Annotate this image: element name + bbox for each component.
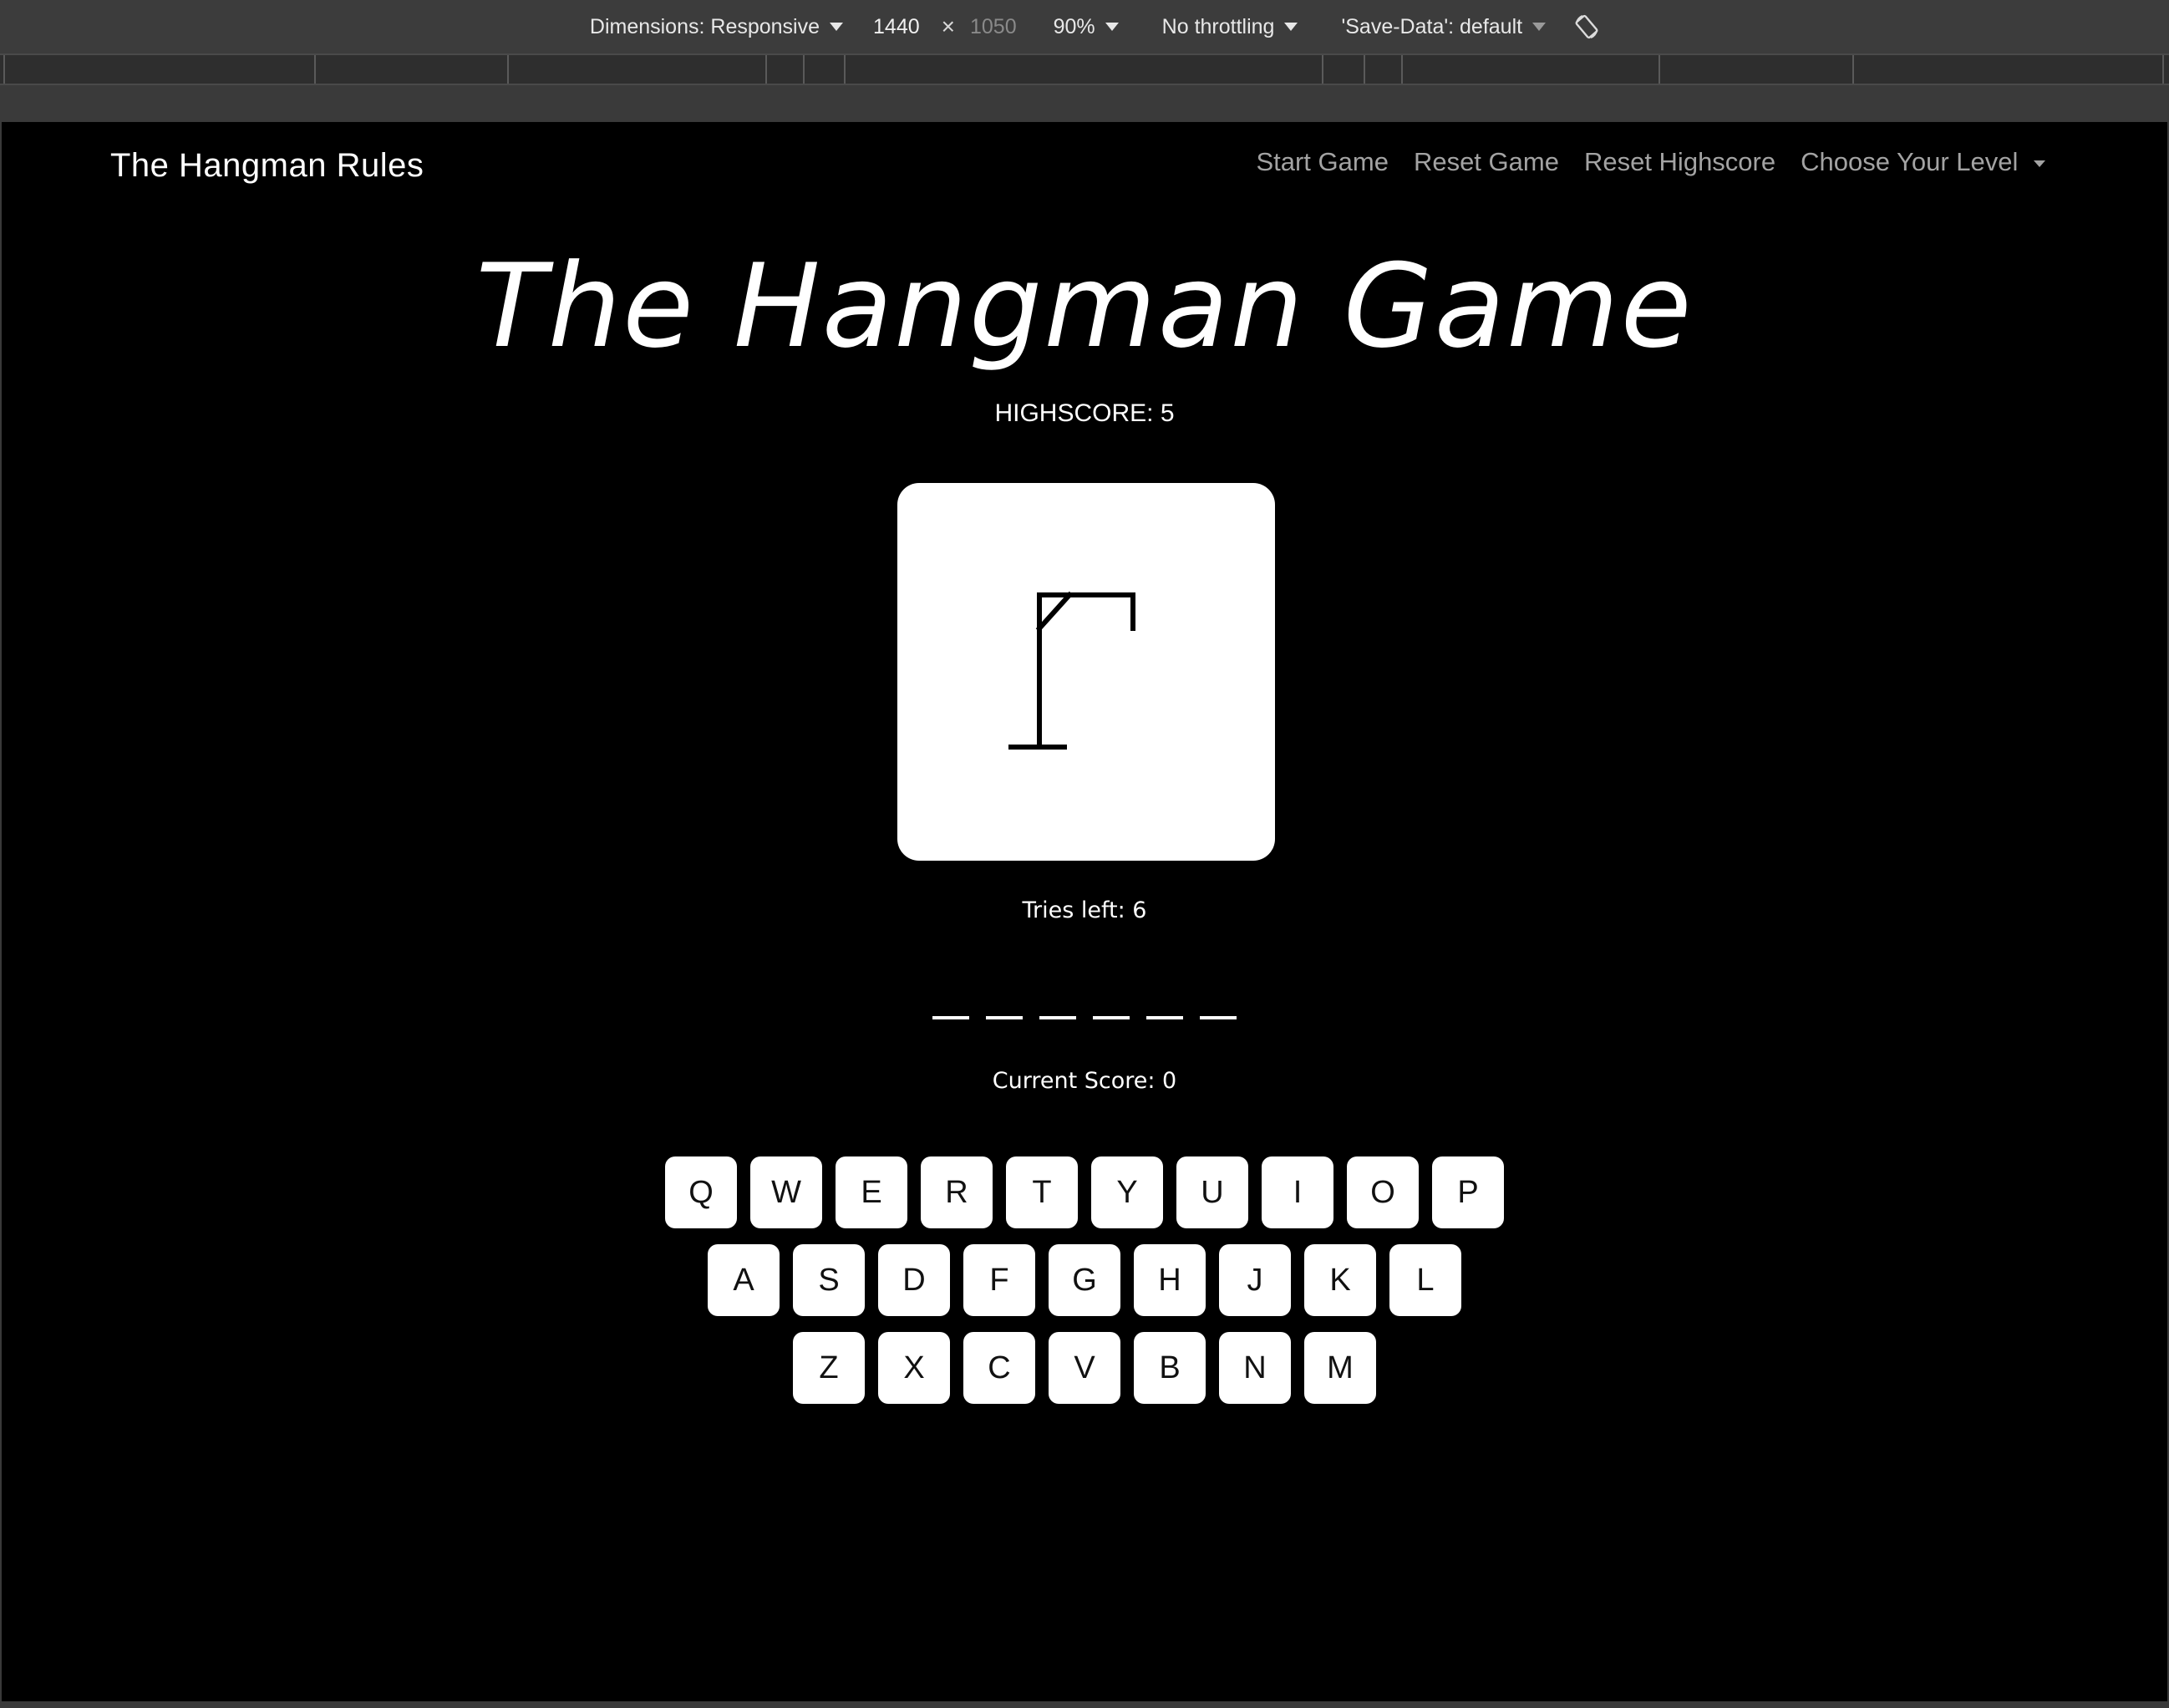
key-j[interactable]: J xyxy=(1219,1244,1291,1316)
keyboard-row-3: Z X C V B N M xyxy=(2,1332,2167,1404)
times-icon: × xyxy=(941,13,955,39)
key-m[interactable]: M xyxy=(1304,1332,1376,1404)
key-t[interactable]: T xyxy=(1006,1156,1078,1228)
devtools-device-toolbar: Dimensions: Responsive 1440 × 1050 90% N… xyxy=(0,0,2169,53)
key-k[interactable]: K xyxy=(1304,1244,1376,1316)
zoom-label: 90% xyxy=(1053,14,1095,38)
key-r[interactable]: R xyxy=(921,1156,993,1228)
letter-slot xyxy=(986,1016,1023,1019)
key-v[interactable]: V xyxy=(1049,1332,1120,1404)
page-viewport: The Hangman Rules Start Game Reset Game … xyxy=(2,122,2167,1701)
dimensions-dropdown[interactable]: Dimensions: Responsive xyxy=(589,14,844,39)
key-l[interactable]: L xyxy=(1389,1244,1461,1316)
key-y[interactable]: Y xyxy=(1091,1156,1163,1228)
letter-slot xyxy=(1146,1016,1183,1019)
toolbar-gutter xyxy=(0,85,2169,122)
start-game-link[interactable]: Start Game xyxy=(1256,147,1389,177)
save-data-label: 'Save-Data': default xyxy=(1341,14,1523,38)
key-n[interactable]: N xyxy=(1219,1332,1291,1404)
page-title: The Hangman Game xyxy=(475,239,1694,374)
key-e[interactable]: E xyxy=(836,1156,907,1228)
word-blanks xyxy=(2,983,2167,1019)
key-g[interactable]: G xyxy=(1049,1244,1120,1316)
key-b[interactable]: B xyxy=(1134,1332,1206,1404)
letter-slot xyxy=(1093,1016,1130,1019)
key-x[interactable]: X xyxy=(878,1332,950,1404)
letter-keyboard: Q W E R T Y U I O P A S D F G H J K L Z … xyxy=(2,1156,2167,1420)
hangman-board xyxy=(897,483,1275,861)
current-score-text: Current Score: 0 xyxy=(992,1068,1177,1094)
key-d[interactable]: D xyxy=(878,1244,950,1316)
key-o[interactable]: O xyxy=(1347,1156,1419,1228)
chevron-down-icon xyxy=(830,23,844,31)
key-f[interactable]: F xyxy=(963,1244,1035,1316)
gallows-icon xyxy=(1008,591,1135,750)
height-input[interactable]: 1050 xyxy=(970,15,1017,39)
tries-left-text: Tries left: 6 xyxy=(1022,897,1147,923)
choose-level-dropdown[interactable]: Choose Your Level xyxy=(1801,147,2045,177)
choose-level-label: Choose Your Level xyxy=(1801,147,2019,176)
key-z[interactable]: Z xyxy=(793,1332,865,1404)
zoom-dropdown[interactable]: 90% xyxy=(1054,15,1119,39)
key-a[interactable]: A xyxy=(708,1244,780,1316)
key-h[interactable]: H xyxy=(1134,1244,1206,1316)
browser-window: Dimensions: Responsive 1440 × 1050 90% N… xyxy=(0,0,2169,1708)
chevron-down-icon xyxy=(1105,23,1119,31)
rotate-icon[interactable] xyxy=(1572,13,1601,41)
letter-slot xyxy=(1039,1016,1076,1019)
chevron-down-icon xyxy=(1284,23,1298,31)
chevron-down-icon xyxy=(1532,23,1547,31)
letter-slot xyxy=(932,1016,969,1019)
throttling-label: No throttling xyxy=(1161,14,1275,38)
navbar-brand[interactable]: The Hangman Rules xyxy=(110,147,424,185)
key-s[interactable]: S xyxy=(793,1244,865,1316)
key-p[interactable]: P xyxy=(1432,1156,1504,1228)
save-data-dropdown[interactable]: 'Save-Data': default xyxy=(1341,14,1547,39)
key-i[interactable]: I xyxy=(1262,1156,1333,1228)
dimensions-label: Dimensions: Responsive xyxy=(589,14,820,38)
highscore-text: HIGHSCORE: 5 xyxy=(994,399,1175,427)
key-w[interactable]: W xyxy=(750,1156,822,1228)
key-u[interactable]: U xyxy=(1176,1156,1248,1228)
keyboard-row-2: A S D F G H J K L xyxy=(2,1244,2167,1316)
caret-down-icon xyxy=(2034,160,2045,167)
navbar-links: Start Game Reset Game Reset Highscore Ch… xyxy=(1231,147,2045,177)
keyboard-row-1: Q W E R T Y U I O P xyxy=(2,1156,2167,1228)
media-query-ruler[interactable] xyxy=(0,53,2169,85)
letter-slot xyxy=(1200,1016,1237,1019)
key-c[interactable]: C xyxy=(963,1332,1035,1404)
key-q[interactable]: Q xyxy=(665,1156,737,1228)
reset-highscore-link[interactable]: Reset Highscore xyxy=(1584,147,1775,177)
reset-game-link[interactable]: Reset Game xyxy=(1414,147,1559,177)
throttling-dropdown[interactable]: No throttling xyxy=(1162,15,1298,39)
width-input[interactable]: 1440 xyxy=(873,15,920,39)
